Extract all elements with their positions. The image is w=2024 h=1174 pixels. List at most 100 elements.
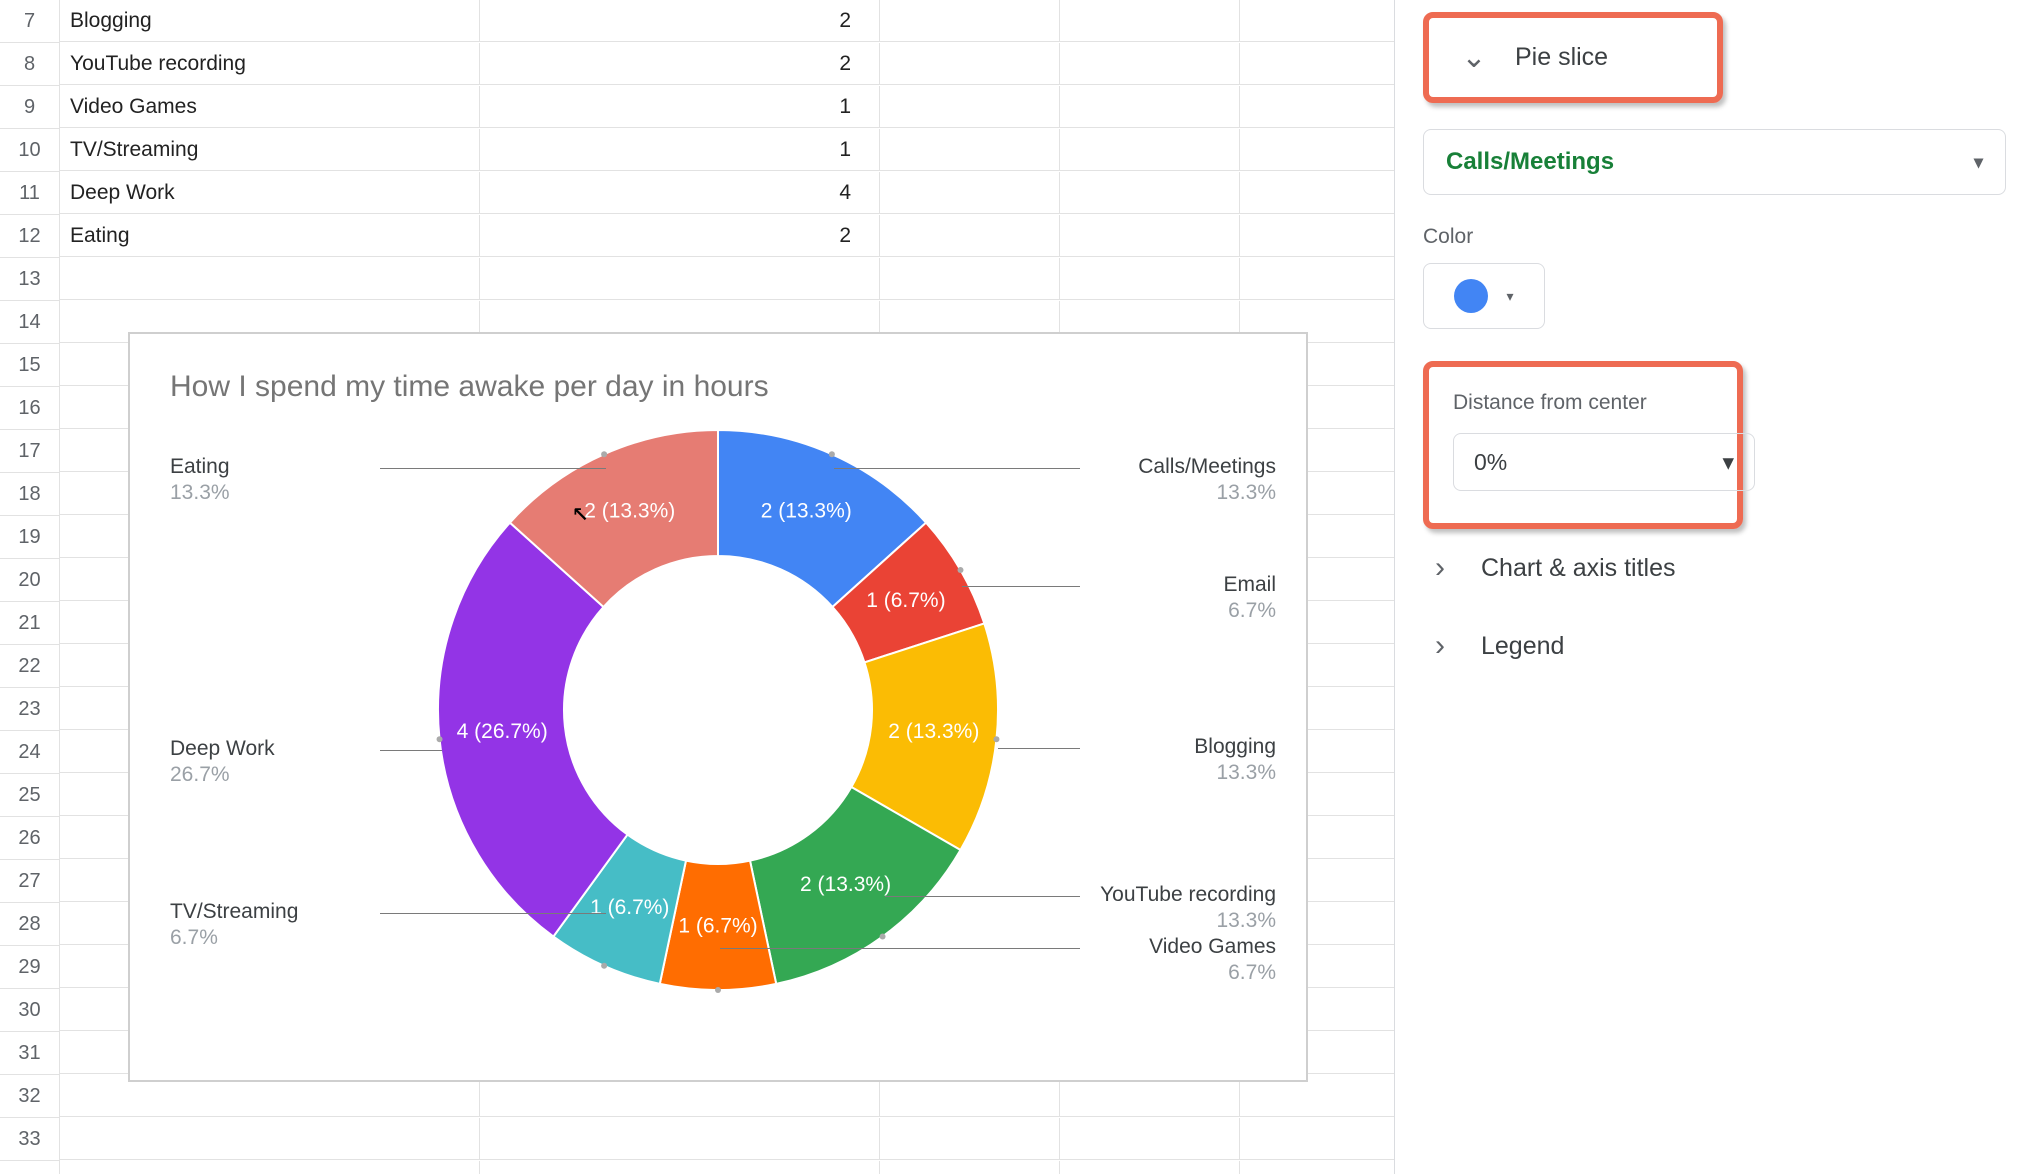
cell[interactable] (1060, 129, 1240, 171)
cell[interactable] (480, 1118, 880, 1160)
cell[interactable] (880, 215, 1060, 257)
row-header[interactable]: 29 (0, 946, 60, 989)
row-header[interactable]: 25 (0, 774, 60, 817)
cell[interactable] (880, 0, 1060, 42)
cell[interactable]: TV/Streaming (60, 129, 480, 171)
cell[interactable] (880, 86, 1060, 128)
slice-inner-label: 4 (26.7%) (457, 720, 548, 743)
cell[interactable] (1240, 1161, 1394, 1174)
cell[interactable]: Eating (60, 215, 480, 257)
cell[interactable] (880, 129, 1060, 171)
cell[interactable] (1060, 1118, 1240, 1160)
row-header[interactable]: 12 (0, 215, 60, 258)
callout-line (720, 948, 1080, 949)
row-header[interactable]: 13 (0, 258, 60, 301)
callout-dot (437, 736, 443, 742)
row-header[interactable]: 34 (0, 1161, 60, 1174)
slice-inner-label: 1 (6.7%) (866, 589, 945, 612)
cell[interactable] (1240, 215, 1394, 257)
row-header[interactable]: 32 (0, 1075, 60, 1118)
row-header[interactable]: 26 (0, 817, 60, 860)
row-header[interactable]: 24 (0, 731, 60, 774)
callout-dot (715, 987, 721, 993)
row-header[interactable]: 21 (0, 602, 60, 645)
callout-line (380, 750, 442, 751)
row-header[interactable]: 17 (0, 430, 60, 473)
cell[interactable]: 2 (480, 43, 880, 85)
row-header[interactable]: 30 (0, 989, 60, 1032)
slice-selector-dropdown[interactable]: Calls/Meetings ▾ (1423, 129, 2006, 195)
row-header[interactable]: 10 (0, 129, 60, 172)
cell[interactable] (60, 1161, 480, 1174)
color-picker[interactable]: ▾ (1423, 263, 1545, 329)
cell[interactable] (1060, 86, 1240, 128)
cell[interactable]: Blogging (60, 0, 480, 42)
cell[interactable]: YouTube recording (60, 43, 480, 85)
cell[interactable] (1240, 172, 1394, 214)
row-header[interactable]: 8 (0, 43, 60, 86)
slice-inner-label: 2 (13.3%) (584, 499, 675, 522)
row-header[interactable]: 22 (0, 645, 60, 688)
chevron-right-icon: › (1423, 551, 1457, 585)
cell[interactable] (60, 258, 480, 300)
cell[interactable] (1240, 43, 1394, 85)
chart-label: YouTube recording13.3% (1100, 882, 1276, 935)
spreadsheet-area: 7Blogging28YouTube recording29Video Game… (0, 0, 1394, 1174)
chart-label: Eating13.3% (170, 454, 230, 507)
cell[interactable] (1240, 0, 1394, 42)
cell[interactable] (880, 1161, 1060, 1174)
row-header[interactable]: 11 (0, 172, 60, 215)
cell[interactable]: 1 (480, 129, 880, 171)
cell[interactable]: 1 (480, 86, 880, 128)
cell[interactable] (880, 43, 1060, 85)
row-header[interactable]: 20 (0, 559, 60, 602)
cell[interactable] (880, 172, 1060, 214)
legend-section[interactable]: › Legend (1423, 607, 2006, 685)
cell[interactable] (1060, 1161, 1240, 1174)
chart-axis-titles-section[interactable]: › Chart & axis titles (1423, 529, 2006, 607)
distance-label: Distance from center (1453, 391, 1713, 415)
row-header[interactable]: 31 (0, 1032, 60, 1075)
row-header[interactable]: 19 (0, 516, 60, 559)
cell[interactable] (480, 1161, 880, 1174)
color-swatch (1454, 279, 1488, 313)
cell[interactable] (1060, 0, 1240, 42)
callout-line (834, 468, 1080, 469)
cell[interactable] (1060, 215, 1240, 257)
row-header[interactable]: 7 (0, 0, 60, 43)
chart-container[interactable]: How I spend my time awake per day in hou… (128, 332, 1308, 1082)
cell[interactable]: 2 (480, 0, 880, 42)
cell[interactable] (880, 258, 1060, 300)
cell[interactable] (60, 1118, 480, 1160)
cell[interactable]: 2 (480, 215, 880, 257)
selected-slice-name: Calls/Meetings (1446, 148, 1614, 176)
row-header[interactable]: 33 (0, 1118, 60, 1161)
cell[interactable]: 4 (480, 172, 880, 214)
distance-dropdown[interactable]: 0% ▾ (1453, 433, 1755, 491)
cell[interactable]: Deep Work (60, 172, 480, 214)
slice-inner-label: 2 (13.3%) (761, 499, 852, 522)
row-header[interactable]: 15 (0, 344, 60, 387)
color-label: Color (1423, 225, 2006, 249)
row-header[interactable]: 28 (0, 903, 60, 946)
row-header[interactable]: 9 (0, 86, 60, 129)
pie-slice-label: Pie slice (1515, 43, 1608, 72)
cell[interactable] (1060, 172, 1240, 214)
cell[interactable] (880, 1118, 1060, 1160)
cell[interactable]: Video Games (60, 86, 480, 128)
row-header[interactable]: 27 (0, 860, 60, 903)
row-header[interactable]: 18 (0, 473, 60, 516)
row-header[interactable]: 14 (0, 301, 60, 344)
pie-slice-section-header[interactable]: ⌄ Pie slice (1423, 12, 1723, 103)
cell[interactable] (1240, 258, 1394, 300)
cell[interactable] (1060, 43, 1240, 85)
caret-down-icon: ▾ (1506, 288, 1513, 305)
row-header[interactable]: 23 (0, 688, 60, 731)
cell[interactable] (1240, 129, 1394, 171)
row-header[interactable]: 16 (0, 387, 60, 430)
cell[interactable] (1240, 1118, 1394, 1160)
cell[interactable] (1060, 258, 1240, 300)
callout-dot (601, 963, 607, 969)
cell[interactable] (480, 258, 880, 300)
cell[interactable] (1240, 86, 1394, 128)
